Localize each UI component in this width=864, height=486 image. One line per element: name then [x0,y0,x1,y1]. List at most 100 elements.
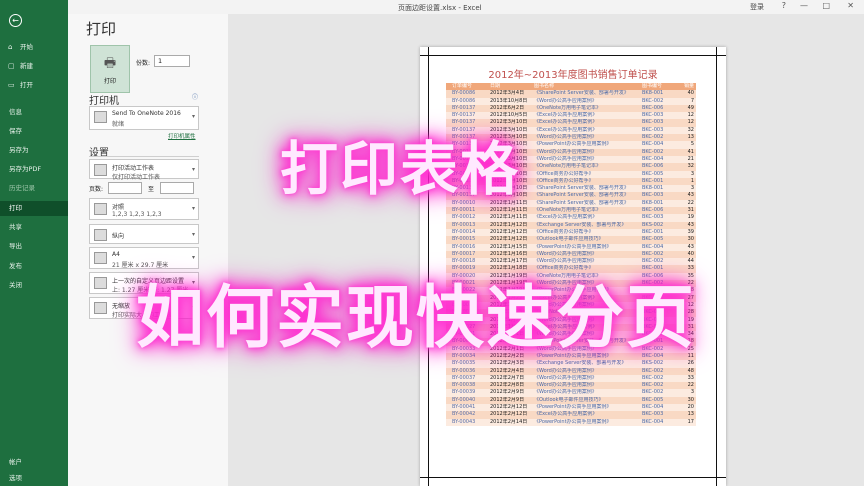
table-cell: 2012年2月8日 [490,382,525,389]
table-cell: 2013年10月8日 [490,97,528,104]
nav-item-close[interactable]: 关闭 [0,278,68,293]
table-cell: BKC-002 [642,374,664,381]
title-bar: 页面边距设置.xlsx - Excel 登录 ? — □ ✕ [68,0,864,14]
nav-item-account[interactable]: 帐户 [0,455,68,470]
table-cell: 2012年2月4日 [490,367,525,374]
close-icon[interactable]: ✕ [847,1,854,10]
table-cell: 《Excel办公高手应用案例》 [534,112,598,119]
table-cell: BKC-006 [642,207,664,214]
table-cell: 2012年1月12日 [490,228,528,235]
table-cell: 《OneNote万用电子笔记本》 [534,207,602,214]
table-cell: 20 [687,404,694,411]
table-cell: 2012年1月12日 [490,236,528,243]
table-cell: BY-00038 [452,382,476,389]
nav-item-publish[interactable]: 发布 [0,259,68,274]
margin-line-bottom[interactable] [420,477,726,478]
table-cell: BY-00086 [452,90,476,97]
table-cell: 《SharePoint Server安装、部署与开发》 [534,199,629,206]
table-cell: 30 [687,236,694,243]
table-cell: 2012年1月11日 [490,214,528,221]
table-cell: BY-00036 [452,367,476,374]
help-icon[interactable]: ? [782,1,786,10]
collate-select[interactable]: 对照 1,2,3 1,2,3 1,2,3 ▾ [89,198,199,220]
table-cell: 《Outlook电子邮件应用技巧》 [534,396,604,403]
table-cell: 22 [687,199,694,206]
table-row: BY-00012 2012年1月11日 《Excel办公高手应用案例》 BKC-003… [446,214,696,222]
table-cell: BKC-002 [642,250,664,257]
new-file-icon: ▢ [8,62,15,70]
chevron-down-icon: ▾ [191,166,195,173]
nav-item-save-pdf[interactable]: 另存为PDF [0,162,68,177]
margin-line-right[interactable] [716,47,717,486]
print-scope-select[interactable]: 打印活动工作表 仅打印活动工作表 ▾ [89,159,199,181]
table-cell: 43 [687,221,694,228]
printer-select[interactable]: Send To OneNote 2016 就绪 ▾ [89,106,199,130]
table-cell: BY-00035 [452,360,476,367]
table-cell: BKC-002 [642,134,664,141]
table-cell: BY-00013 [452,221,476,228]
table-cell: 2012年1月11日 [490,207,528,214]
table-cell: BKC-003 [642,192,664,199]
table-cell: 13 [687,411,694,418]
table-row: BY-00086 2013年10月8日 《Word办公高手应用案例》 BKC-002 7 [446,97,696,105]
minimize-icon[interactable]: — [800,1,808,10]
document-title: 页面边距设置.xlsx - Excel [398,4,482,12]
nav-item-info[interactable]: 信息 [0,105,68,120]
margin-line-top[interactable] [420,55,726,56]
page-to-input[interactable] [160,182,194,194]
table-cell: BKC-003 [642,214,664,221]
table-cell: 3 [690,185,694,192]
login-link[interactable]: 登录 [750,2,764,12]
table-cell: BKC-003 [642,112,664,119]
table-cell: 3 [690,389,694,396]
table-cell: BKC-001 [642,177,664,184]
table-row: BY-00016 2012年1月15日 《PowerPoint办公高手应用案例》 BK… [446,243,696,251]
table-cell: 40 [687,250,694,257]
nav-item-options[interactable]: 选项 [0,471,68,486]
info-icon[interactable]: ⓘ [192,92,198,101]
printer-properties-link[interactable]: 打印机属性 [168,132,196,140]
page-from-input[interactable] [108,182,142,194]
nav-item-print[interactable]: 打印 [0,201,68,216]
table-cell: BY-00043 [452,418,476,425]
nav-item-share[interactable]: 共享 [0,220,68,235]
table-cell: 2012年2月12日 [490,404,528,411]
table-cell: 13 [687,134,694,141]
table-cell: 《Word办公高手应用案例》 [534,389,597,396]
nav-item-history[interactable]: 历史记录 [0,181,68,196]
table-row: BY-00137 2012年10月5日 《Excel办公高手应用案例》 BKC-003… [446,112,696,120]
table-row: BY-00039 2012年2月9日 《Word办公高手应用案例》 BKC-002 3 [446,389,696,397]
table-cell: BKC-002 [642,389,664,396]
nav-item-home[interactable]: ⌂ 开始 [0,40,68,55]
table-row: BY-00014 2012年1月12日 《Office商务办公好帮手》 BKC-001… [446,228,696,237]
table-cell: 32 [687,163,694,170]
table-cell: 《PowerPoint办公高手应用案例》 [534,404,612,411]
nav-item-open[interactable]: ▭ 打开 [0,78,68,93]
table-cell: 《Word办公高手应用案例》 [534,155,597,162]
table-cell: BKC-005 [642,170,664,177]
paper-icon [94,252,107,264]
table-cell: BKC-003 [642,119,664,126]
table-cell: BY-00015 [452,236,476,243]
table-cell: BY-00039 [452,389,476,396]
maximize-icon[interactable]: □ [822,1,830,10]
table-cell: 32 [687,126,694,133]
nav-item-save-as[interactable]: 另存为 [0,143,68,158]
collate-icon [94,203,107,215]
table-row: BY-00038 2012年2月8日 《Word办公高手应用案例》 BKC-002 22 [446,382,696,390]
nav-item-save[interactable]: 保存 [0,124,68,139]
table-cell: 3 [690,170,694,177]
back-arrow-icon[interactable]: ← [9,14,22,27]
to-label: 至 [148,186,155,193]
copies-input[interactable]: 1 [154,55,190,67]
table-cell: 19 [687,214,694,221]
home-icon: ⌂ [8,43,13,51]
table-cell: 《Excel办公高手应用案例》 [534,119,598,126]
print-button[interactable]: 🖶 打印 [90,45,130,93]
nav-item-export[interactable]: 导出 [0,239,68,254]
folder-icon: ▭ [8,81,15,89]
orientation-select[interactable]: 纵向 ▾ [89,224,199,244]
table-row: BY-00017 2012年1月16日 《Word办公高手应用案例》 BKC-002 4… [446,250,696,259]
table-cell: BY-00137 [452,112,476,119]
nav-item-new[interactable]: ▢ 新建 [0,59,68,74]
